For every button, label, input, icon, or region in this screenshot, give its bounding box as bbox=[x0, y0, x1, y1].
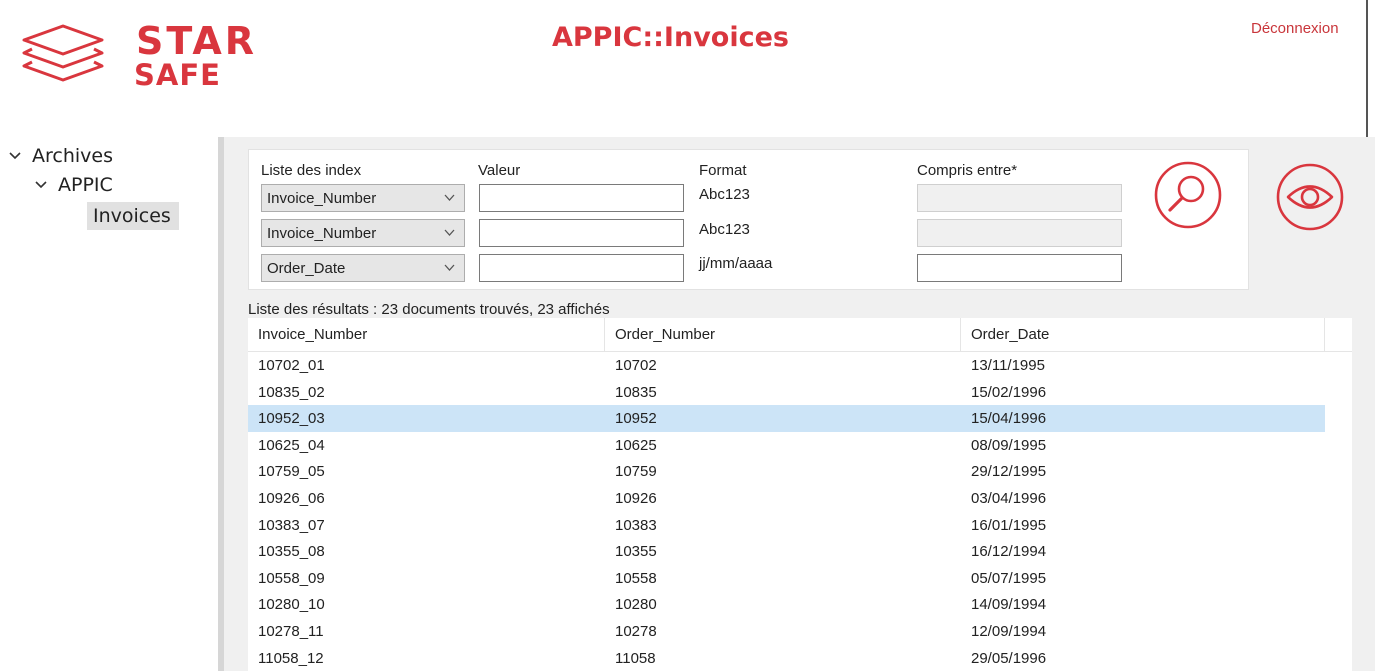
window-edge bbox=[1366, 0, 1368, 140]
cell-invoice-number: 10702_01 bbox=[258, 357, 325, 374]
index-select-3[interactable]: Order_Date bbox=[261, 254, 465, 282]
cell-order-number: 10355 bbox=[615, 543, 657, 561]
table-header: Invoice_Number Order_Number Order_Date bbox=[248, 318, 1352, 352]
cell-order-number: 10383 bbox=[615, 516, 657, 534]
table-row[interactable]: 11058_12 11058 29/05/1996 bbox=[248, 645, 1325, 671]
between-input-2 bbox=[917, 219, 1122, 247]
tree-label-invoices: Invoices bbox=[93, 205, 171, 227]
chevron-down-icon bbox=[444, 264, 455, 271]
cell-order-date: 16/01/1995 bbox=[971, 516, 1047, 534]
table-row[interactable]: 10278_11 10278 12/09/1994 bbox=[248, 618, 1325, 645]
index-select-value: Invoice_Number bbox=[267, 225, 377, 242]
index-select-1[interactable]: Invoice_Number bbox=[261, 184, 465, 212]
format-text-3: jj/mm/aaaa bbox=[699, 255, 773, 272]
cell-order-number: 11058 bbox=[615, 649, 656, 667]
tree-node-archives[interactable]: Archives bbox=[8, 145, 113, 167]
cell-order-date: 05/07/1995 bbox=[971, 569, 1047, 587]
table-row[interactable]: 10280_10 10280 14/09/1994 bbox=[248, 591, 1325, 618]
format-text-2: Abc123 bbox=[699, 221, 750, 238]
logo-word-safe: SAFE bbox=[134, 58, 221, 92]
cell-invoice-number: 10280_10 bbox=[258, 596, 325, 614]
cell-invoice-number: 10558_09 bbox=[258, 569, 325, 587]
cell-order-number: 10558 bbox=[615, 569, 657, 587]
tree-label-archives: Archives bbox=[32, 145, 113, 167]
value-input-3[interactable] bbox=[479, 254, 684, 282]
chevron-down-icon[interactable] bbox=[8, 149, 22, 163]
cell-order-date: 16/12/1994 bbox=[971, 543, 1047, 561]
table-row[interactable]: 10558_09 10558 05/07/1995 bbox=[248, 565, 1325, 592]
chevron-down-icon bbox=[444, 194, 455, 201]
format-header: Format bbox=[699, 162, 747, 179]
cell-invoice-number: 10383_07 bbox=[258, 516, 325, 534]
value-header: Valeur bbox=[478, 162, 521, 179]
cell-order-date: 29/05/1996 bbox=[971, 649, 1047, 667]
cell-order-date: 29/12/1995 bbox=[971, 463, 1047, 481]
table-row[interactable]: 10926_06 10926 03/04/1996 bbox=[248, 485, 1325, 512]
cell-invoice-number: 10759_05 bbox=[258, 463, 325, 481]
chevron-down-icon bbox=[444, 229, 455, 236]
cell-order-number: 10759 bbox=[615, 463, 657, 481]
cell-order-number: 10952 bbox=[615, 410, 657, 428]
cell-order-number: 10835 bbox=[615, 383, 657, 401]
starsafe-logo: STAR SAFE bbox=[18, 20, 298, 95]
cell-order-number: 10702 bbox=[615, 357, 657, 374]
between-input-1 bbox=[917, 184, 1122, 212]
index-list-header: Liste des index bbox=[261, 162, 362, 179]
cell-order-date: 14/09/1994 bbox=[971, 596, 1047, 614]
value-input-1[interactable] bbox=[479, 184, 684, 212]
cell-order-number: 10926 bbox=[615, 489, 657, 507]
cell-invoice-number: 10278_11 bbox=[258, 622, 324, 640]
table-row[interactable]: 10355_08 10355 16/12/1994 bbox=[248, 538, 1325, 565]
index-select-value: Order_Date bbox=[267, 260, 346, 277]
value-input-2[interactable] bbox=[479, 219, 684, 247]
cell-order-date: 15/02/1996 bbox=[971, 383, 1047, 401]
table-row[interactable]: 10835_02 10835 15/02/1996 bbox=[248, 379, 1325, 406]
eye-icon[interactable] bbox=[1275, 162, 1345, 232]
tree-node-appic[interactable]: APPIC bbox=[34, 174, 113, 196]
cell-order-number: 10278 bbox=[615, 622, 657, 640]
cell-invoice-number: 11058_12 bbox=[258, 649, 324, 667]
logout-link[interactable]: Déconnexion bbox=[1251, 20, 1339, 37]
logo-word-star: STAR bbox=[136, 19, 258, 63]
search-icon[interactable] bbox=[1153, 160, 1223, 230]
cell-order-date: 15/04/1996 bbox=[971, 410, 1047, 428]
cell-order-date: 08/09/1995 bbox=[971, 436, 1047, 454]
search-form: Liste des index Valeur Format Compris en… bbox=[248, 149, 1249, 290]
cell-invoice-number: 10952_03 bbox=[258, 410, 325, 428]
page-title: APPIC::Invoices bbox=[552, 22, 789, 53]
cell-invoice-number: 10926_06 bbox=[258, 489, 325, 507]
tree-label-appic: APPIC bbox=[58, 174, 113, 196]
chevron-down-icon[interactable] bbox=[34, 178, 48, 192]
table-body: 10702_01 10702 13/11/1995 10835_02 10835 15/0… bbox=[248, 352, 1325, 671]
cell-order-number: 10280 bbox=[615, 596, 657, 614]
between-input-3[interactable] bbox=[917, 254, 1122, 282]
stack-layers-icon bbox=[22, 24, 104, 82]
table-row[interactable]: 10383_07 10383 16/01/1995 bbox=[248, 512, 1325, 539]
tree-node-invoices[interactable]: Invoices bbox=[87, 202, 179, 230]
main-panel: Liste des index Valeur Format Compris en… bbox=[218, 137, 1375, 671]
cell-order-date: 03/04/1996 bbox=[971, 489, 1047, 507]
cell-invoice-number: 10835_02 bbox=[258, 383, 325, 401]
cell-order-date: 12/09/1994 bbox=[971, 622, 1047, 640]
column-header-invoice-number[interactable]: Invoice_Number bbox=[248, 318, 605, 352]
format-text-1: Abc123 bbox=[699, 186, 750, 203]
column-header-filler bbox=[1325, 318, 1352, 352]
table-row[interactable]: 10702_01 10702 13/11/1995 bbox=[248, 352, 1325, 379]
column-header-order-date[interactable]: Order_Date bbox=[961, 318, 1325, 352]
cell-invoice-number: 10625_04 bbox=[258, 436, 325, 454]
table-row[interactable]: 10952_03 10952 15/04/1996 bbox=[248, 405, 1325, 432]
cell-order-number: 10625 bbox=[615, 436, 657, 454]
table-row[interactable]: 10759_05 10759 29/12/1995 bbox=[248, 458, 1325, 485]
between-header: Compris entre* bbox=[917, 162, 1018, 179]
column-header-order-number[interactable]: Order_Number bbox=[605, 318, 961, 352]
results-summary: Liste des résultats : 23 documents trouv… bbox=[248, 301, 610, 318]
results-table: Invoice_Number Order_Number Order_Date 1… bbox=[248, 318, 1352, 671]
cell-invoice-number: 10355_08 bbox=[258, 543, 325, 561]
index-select-value: Invoice_Number bbox=[267, 190, 377, 207]
table-row[interactable]: 10625_04 10625 08/09/1995 bbox=[248, 432, 1325, 459]
cell-order-date: 13/11/1995 bbox=[971, 357, 1045, 374]
index-select-2[interactable]: Invoice_Number bbox=[261, 219, 465, 247]
